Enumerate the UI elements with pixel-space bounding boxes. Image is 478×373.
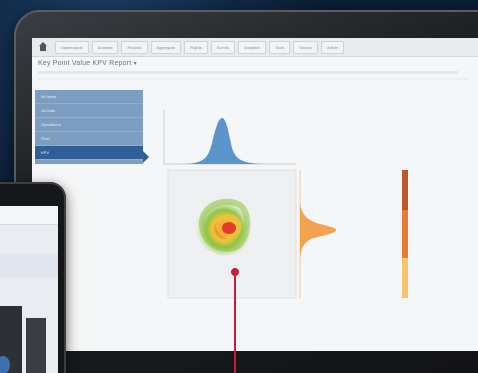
top-marginal-curve <box>180 118 270 164</box>
right-marginal-curve <box>300 198 336 264</box>
phone-device <box>0 182 66 373</box>
report-title-text: Key Point Value KPV Report <box>38 60 132 67</box>
sidebar-active-arrow <box>143 151 149 163</box>
nav-tab[interactable]: Analysis <box>91 40 119 54</box>
nav-tab[interactable]: Flights <box>183 40 208 54</box>
colorbar-top-band <box>402 170 408 210</box>
report-subtitle-bar <box>38 71 458 74</box>
colorbar-bottom-band <box>402 258 408 298</box>
heatmap-core-high <box>222 222 236 234</box>
chart-svg <box>163 110 408 299</box>
tablet-device: Dashboards Analysis Reports Aggregate Fl… <box>14 10 478 373</box>
chart-area <box>150 88 478 351</box>
phone-header <box>0 206 58 225</box>
phone-dark-block <box>26 318 46 373</box>
nav-tab[interactable]: Search <box>293 40 319 54</box>
tablet-screen: Dashboards Analysis Reports Aggregate Fl… <box>32 38 478 351</box>
nav-tab[interactable]: Reports <box>121 40 148 54</box>
sidebar-item[interactable]: All Items <box>35 90 143 104</box>
sidebar-item[interactable]: All Data <box>35 104 143 118</box>
annotation-dot <box>231 268 239 276</box>
sidebar-item-active[interactable]: KPV <box>35 146 143 160</box>
top-navigation: Dashboards Analysis Reports Aggregate Fl… <box>32 38 478 57</box>
phone-panel <box>0 254 58 278</box>
report-filter-bar <box>38 78 468 80</box>
nav-tab[interactable]: Aggregate <box>150 40 181 54</box>
nav-tab[interactable]: Dashboards <box>55 40 89 54</box>
home-icon[interactable] <box>38 42 48 52</box>
photo-scene: Dashboards Analysis Reports Aggregate Fl… <box>0 0 478 373</box>
nav-tab[interactable]: Tools <box>269 40 291 54</box>
nav-tab[interactable]: Admin <box>321 40 345 54</box>
phone-screen <box>0 206 58 373</box>
phone-blue-shape <box>0 356 10 373</box>
sidebar-item[interactable]: Operations <box>35 118 143 132</box>
sidebar: All Items All Data Operations Fleet KPV <box>35 90 143 164</box>
nav-tab[interactable]: Analytics <box>237 40 266 54</box>
nav-tab[interactable]: Events <box>210 40 235 54</box>
annotation-line <box>234 270 236 373</box>
sidebar-item[interactable]: Fleet <box>35 132 143 146</box>
chevron-down-icon[interactable]: ▾ <box>134 61 137 67</box>
page-title: Key Point Value KPV Report ▾ <box>38 60 137 67</box>
